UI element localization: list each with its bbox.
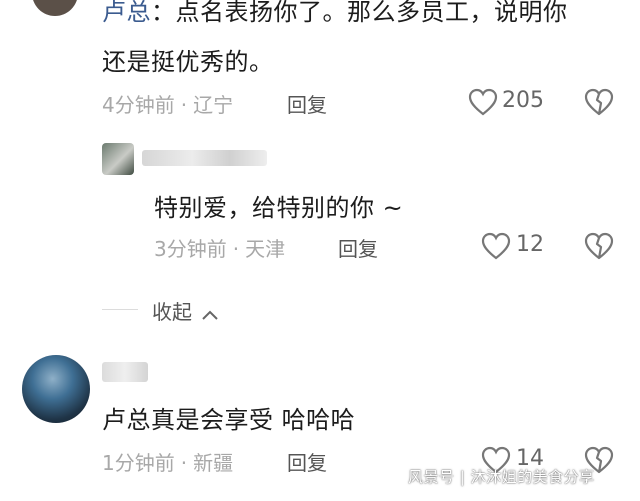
reply-button[interactable]: 回复: [287, 447, 327, 476]
mention-user[interactable]: 卢总: [102, 0, 151, 26]
heart-outline-icon[interactable]: [481, 232, 511, 260]
divider: [102, 309, 138, 310]
timestamp: 3分钟前: [154, 237, 227, 261]
avatar[interactable]: [102, 143, 134, 175]
like-count: 205: [502, 88, 544, 113]
location: 天津: [245, 237, 286, 261]
avatar[interactable]: [22, 355, 90, 423]
comment-text: 卢总真是会享受 哈哈哈: [102, 406, 356, 434]
username-blurred[interactable]: [142, 150, 267, 166]
broken-heart-icon[interactable]: [584, 232, 614, 260]
collapse-button[interactable]: 收起: [152, 296, 219, 325]
avatar[interactable]: [32, 0, 78, 16]
comment-text-line2: 还是挺优秀的。: [102, 48, 274, 76]
reply-meta: 3分钟前 · 天津: [154, 237, 286, 261]
reply-button[interactable]: 回复: [338, 233, 378, 262]
username-blurred[interactable]: [102, 362, 148, 382]
collapse-label: 收起: [152, 300, 192, 324]
watermark: 风景号 | 沐沐姐的美食分享: [408, 468, 595, 486]
broken-heart-icon[interactable]: [584, 88, 614, 116]
like-count: 12: [516, 232, 544, 257]
reply-button[interactable]: 回复: [287, 89, 327, 118]
comment-meta: 1分钟前 · 新疆: [102, 451, 234, 475]
timestamp: 1分钟前: [102, 451, 175, 475]
comment-text-line1: 卢总：点名表扬你了。那么多员工，说明你: [102, 0, 568, 26]
reply-text: 特别爱，给特别的你 ~: [154, 194, 404, 222]
chevron-up-icon: [201, 309, 219, 321]
location: 新疆: [193, 451, 234, 475]
timestamp: 4分钟前: [102, 93, 175, 117]
location: 辽宁: [193, 93, 234, 117]
comment-meta: 4分钟前 · 辽宁: [102, 93, 234, 117]
heart-outline-icon[interactable]: [468, 88, 498, 116]
